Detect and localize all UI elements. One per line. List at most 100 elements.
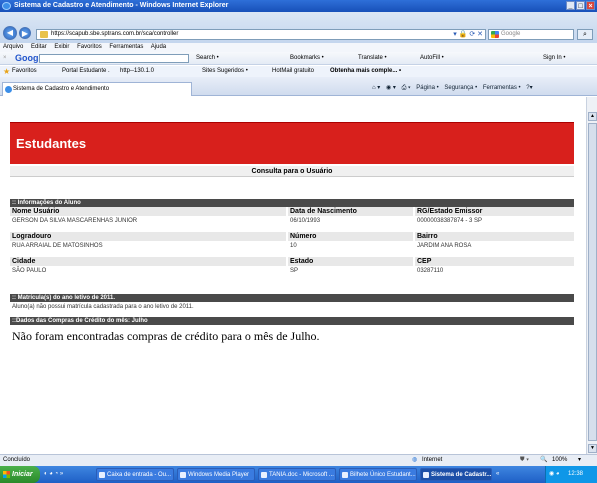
window-title: Sistema de Cadastro e Atendimento - Wind… <box>14 2 229 9</box>
compras-note: Não foram encontradas compras de crédito… <box>12 329 320 343</box>
bairro-label: Bairro <box>415 232 574 241</box>
tab-page-icon <box>5 86 12 93</box>
nome-value: GERSON DA SILVA MASCARENHAS JUNIOR <box>12 218 138 224</box>
ie-icon <box>342 472 348 478</box>
forward-button[interactable]: ▶ <box>19 27 31 39</box>
quick-launch-icons[interactable]: ◐ ◕ ◔ » <box>44 466 63 483</box>
bookmarks-button[interactable]: Bookmarks • <box>290 52 324 65</box>
taskbar-sistema-cadastro[interactable]: Sistema de Cadastr... <box>420 468 492 481</box>
protected-mode-icon[interactable]: ⛊ ▾ <box>520 455 529 466</box>
ie-icon <box>423 472 429 478</box>
help-icon[interactable]: ?▾ <box>526 85 532 91</box>
section-matricula-header: :: Matrícula(s) do ano letivo de 2011. <box>10 294 574 302</box>
menu-ferramentas[interactable]: Ferramentas <box>109 44 143 50</box>
menu-ajuda[interactable]: Ajuda <box>151 44 166 50</box>
menu-exibir[interactable]: Exibir <box>54 44 69 50</box>
search-placeholder: Google <box>501 31 521 37</box>
google-toolbar: × Google Search • Bookmarks • Translate … <box>0 52 597 65</box>
taskbar-outlook[interactable]: Caixa de entrada - Ou... <box>96 468 174 481</box>
matricula-note: Aluno(a) não possui matrícula cadastrada… <box>12 304 194 310</box>
taskbar-bilhete-unico[interactable]: Bilhete Único Estudant... <box>339 468 417 481</box>
google-search-button[interactable]: Search • <box>196 52 219 65</box>
tab-bar: Sistema de Cadastro e Atendimento ⌂ ▾ ◉ … <box>0 77 597 96</box>
close-button[interactable]: × <box>586 1 595 10</box>
page-content: Estudantes Consulta para o Usuário :: In… <box>0 97 586 454</box>
favorites-star-icon[interactable]: ★ <box>3 66 10 77</box>
tray-icons[interactable]: ◉ ◕ <box>549 466 560 483</box>
nascimento-value: 06/10/1993 <box>290 218 321 224</box>
numero-value: 10 <box>290 243 297 249</box>
menu-editar[interactable]: Editar <box>31 44 47 50</box>
section-info-header: :: Informações do Aluno <box>10 199 574 207</box>
start-label: Iniciar <box>12 471 33 478</box>
fav-sites-sugeridos[interactable]: Sites Sugeridos • <box>202 66 248 77</box>
scroll-down-icon[interactable]: ▼ <box>588 444 597 453</box>
vertical-scrollbar[interactable]: ▲ ▼ <box>586 97 597 454</box>
cidade-value: SÃO PAULO <box>12 268 47 274</box>
cep-value: 03287110 <box>417 268 444 274</box>
window-title-bar: Sistema de Cadastro e Atendimento - Wind… <box>0 0 597 12</box>
address-tools-icon[interactable]: ▾ 🔒 ⟳ ✕ <box>453 30 483 39</box>
taskbar-outlook-label: Caixa de entrada - Ou... <box>107 472 172 478</box>
translate-button[interactable]: Translate • <box>358 52 387 65</box>
minimize-button[interactable]: _ <box>566 1 575 10</box>
cep-label: CEP <box>415 257 574 266</box>
google-search-input[interactable] <box>39 54 189 63</box>
page-menu[interactable]: Página • <box>416 85 438 91</box>
print-icon[interactable]: ⎙ ▾ <box>402 85 411 91</box>
logradouro-label: Logradouro <box>10 232 286 241</box>
bairro-value: JARDIM ANA ROSA <box>417 243 472 249</box>
taskbar-media-player-label: Windows Media Player <box>188 472 250 478</box>
zoom-dropdown-icon[interactable]: ▾ <box>578 455 581 466</box>
maximize-button[interactable]: □ <box>576 1 585 10</box>
taskbar-overflow-icon[interactable]: « <box>496 466 499 483</box>
zoom-level[interactable]: 100% <box>552 455 567 466</box>
page-banner: Estudantes <box>10 122 574 164</box>
fav-obtenha[interactable]: Obtenha mais comple... • <box>330 66 401 77</box>
zone-text: Internet <box>422 457 443 463</box>
search-input[interactable]: Google <box>488 29 574 40</box>
search-button[interactable]: ⌕ <box>577 29 593 40</box>
word-icon <box>261 472 267 478</box>
taskbar-word[interactable]: TANIA.doc - Microsoft ... <box>258 468 336 481</box>
rg-value: 00000038387874 - 3 SP <box>417 218 483 224</box>
feeds-icon[interactable]: ◉ ▾ <box>386 85 396 91</box>
sign-in-button[interactable]: Sign In • <box>543 52 565 65</box>
page-icon <box>40 31 48 38</box>
globe-icon: ◍ <box>412 457 418 463</box>
cidade-label: Cidade <box>10 257 286 266</box>
home-icon[interactable]: ⌂ ▾ <box>372 85 380 91</box>
command-bar: ⌂ ▾ ◉ ▾ ⎙ ▾ Página • Segurança • Ferrame… <box>372 83 533 93</box>
tab-sistema-cadastro[interactable]: Sistema de Cadastro e Atendimento <box>2 82 192 96</box>
favorites-label[interactable]: Favoritos <box>12 66 37 77</box>
scroll-up-icon[interactable]: ▲ <box>588 112 597 121</box>
menu-bar: Arquivo Editar Exibir Favoritos Ferramen… <box>0 43 597 52</box>
close-toolbar-icon[interactable]: × <box>3 52 7 65</box>
numero-label: Número <box>288 232 413 241</box>
address-bar[interactable]: https://scapub.sbe.sptrans.com.br/sca/co… <box>36 29 486 40</box>
nascimento-label: Data de Nascimento <box>288 207 413 216</box>
back-button[interactable]: ◀ <box>3 26 17 40</box>
fav-portal-estudante[interactable]: Portal Estudante . <box>62 66 110 77</box>
status-bar: Concluído ◍ Internet ⛊ ▾ 🔍 100% ▾ <box>0 454 597 466</box>
ie-logo-icon <box>2 2 11 10</box>
page-title: Estudantes <box>16 136 87 151</box>
section-compras-header: ::Dados das Compras de Crédito do mês: J… <box>10 317 574 325</box>
zoom-icon[interactable]: 🔍 <box>540 455 547 466</box>
nome-label: Nome Usuário <box>10 207 286 216</box>
menu-arquivo[interactable]: Arquivo <box>3 44 23 50</box>
taskbar-media-player[interactable]: Windows Media Player <box>177 468 255 481</box>
logradouro-value: RUA ARRAIAL DE MATOSINHOS <box>12 243 103 249</box>
fav-http[interactable]: http--130.1.0 <box>120 66 154 77</box>
start-button[interactable]: Iniciar <box>0 466 40 483</box>
scroll-thumb[interactable] <box>588 123 597 441</box>
autofill-button[interactable]: AutoFill • <box>420 52 444 65</box>
tools-menu[interactable]: Ferramentas • <box>483 85 521 91</box>
url-text: https://scapub.sbe.sptrans.com.br/sca/co… <box>51 31 179 37</box>
estado-value: SP <box>290 268 299 274</box>
security-menu[interactable]: Segurança • <box>444 85 477 91</box>
fav-hotmail[interactable]: HotMail gratuito <box>272 66 314 77</box>
menu-favoritos[interactable]: Favoritos <box>77 44 102 50</box>
taskbar: Iniciar ◐ ◕ ◔ » Caixa de entrada - Ou...… <box>0 466 597 483</box>
favorites-bar: ★ Favoritos Portal Estudante . http--130… <box>0 66 597 77</box>
